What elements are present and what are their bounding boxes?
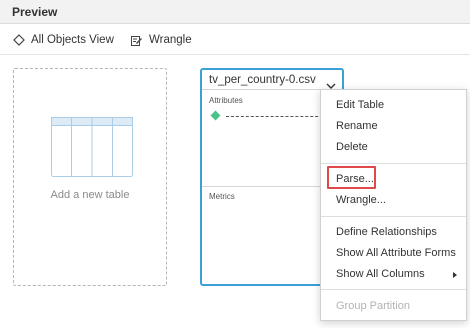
attributes-label: Attributes bbox=[209, 96, 243, 105]
menu-item-group-partition: Group Partition bbox=[321, 297, 466, 315]
add-new-table-label: Add a new table bbox=[50, 189, 130, 201]
diamond-outline-icon bbox=[13, 34, 25, 46]
wrangle-edit-icon bbox=[130, 34, 143, 47]
table-grid-icon bbox=[51, 117, 133, 182]
menu-item-parse[interactable]: Parse... bbox=[321, 166, 466, 189]
menu-item-wrangle[interactable]: Wrangle... bbox=[321, 191, 466, 209]
menu-separator bbox=[321, 216, 466, 217]
menu-item-label: Wrangle... bbox=[336, 194, 386, 206]
diamond-icon bbox=[210, 110, 221, 121]
menu-item-label: Group Partition bbox=[336, 300, 410, 312]
menu-item-delete[interactable]: Delete bbox=[321, 138, 466, 156]
all-objects-view-button[interactable]: All Objects View bbox=[13, 32, 114, 48]
menu-item-show-all-attribute-forms[interactable]: Show All Attribute Forms bbox=[321, 244, 466, 262]
menu-item-label: Delete bbox=[336, 141, 368, 153]
metrics-label: Metrics bbox=[209, 192, 235, 201]
add-new-table-button[interactable]: Add a new table bbox=[13, 68, 167, 286]
wrangle-button[interactable]: Wrangle bbox=[130, 32, 192, 48]
wrangle-label: Wrangle bbox=[149, 34, 192, 46]
table-card-header: tv_per_country-0.csv bbox=[202, 70, 342, 90]
menu-item-label: Define Relationships bbox=[336, 226, 437, 238]
menu-separator bbox=[321, 289, 466, 290]
caret-right-icon bbox=[453, 272, 457, 278]
menu-item-label: Show All Attribute Forms bbox=[336, 247, 456, 259]
all-objects-view-label: All Objects View bbox=[31, 34, 114, 46]
menu-item-edit-table[interactable]: Edit Table bbox=[321, 96, 466, 114]
menu-item-define-relationships[interactable]: Define Relationships bbox=[321, 223, 466, 241]
panel-title: Preview bbox=[12, 5, 58, 19]
preview-header: Preview bbox=[0, 0, 470, 24]
menu-item-label: Show All Columns bbox=[336, 268, 425, 280]
menu-item-label: Rename bbox=[336, 120, 378, 132]
toolbar: All Objects View Wrangle bbox=[0, 25, 470, 55]
menu-item-label: Parse... bbox=[336, 173, 374, 185]
table-name: tv_per_country-0.csv bbox=[209, 74, 316, 86]
menu-item-show-all-columns[interactable]: Show All Columns bbox=[321, 265, 466, 283]
menu-item-label: Edit Table bbox=[336, 99, 385, 111]
menu-separator bbox=[321, 163, 466, 164]
context-menu: Edit Table Rename Delete Parse... Wrangl… bbox=[320, 89, 467, 321]
preview-app: Preview All Objects View Wrangle Add a n… bbox=[0, 0, 470, 328]
menu-item-rename[interactable]: Rename bbox=[321, 117, 466, 135]
